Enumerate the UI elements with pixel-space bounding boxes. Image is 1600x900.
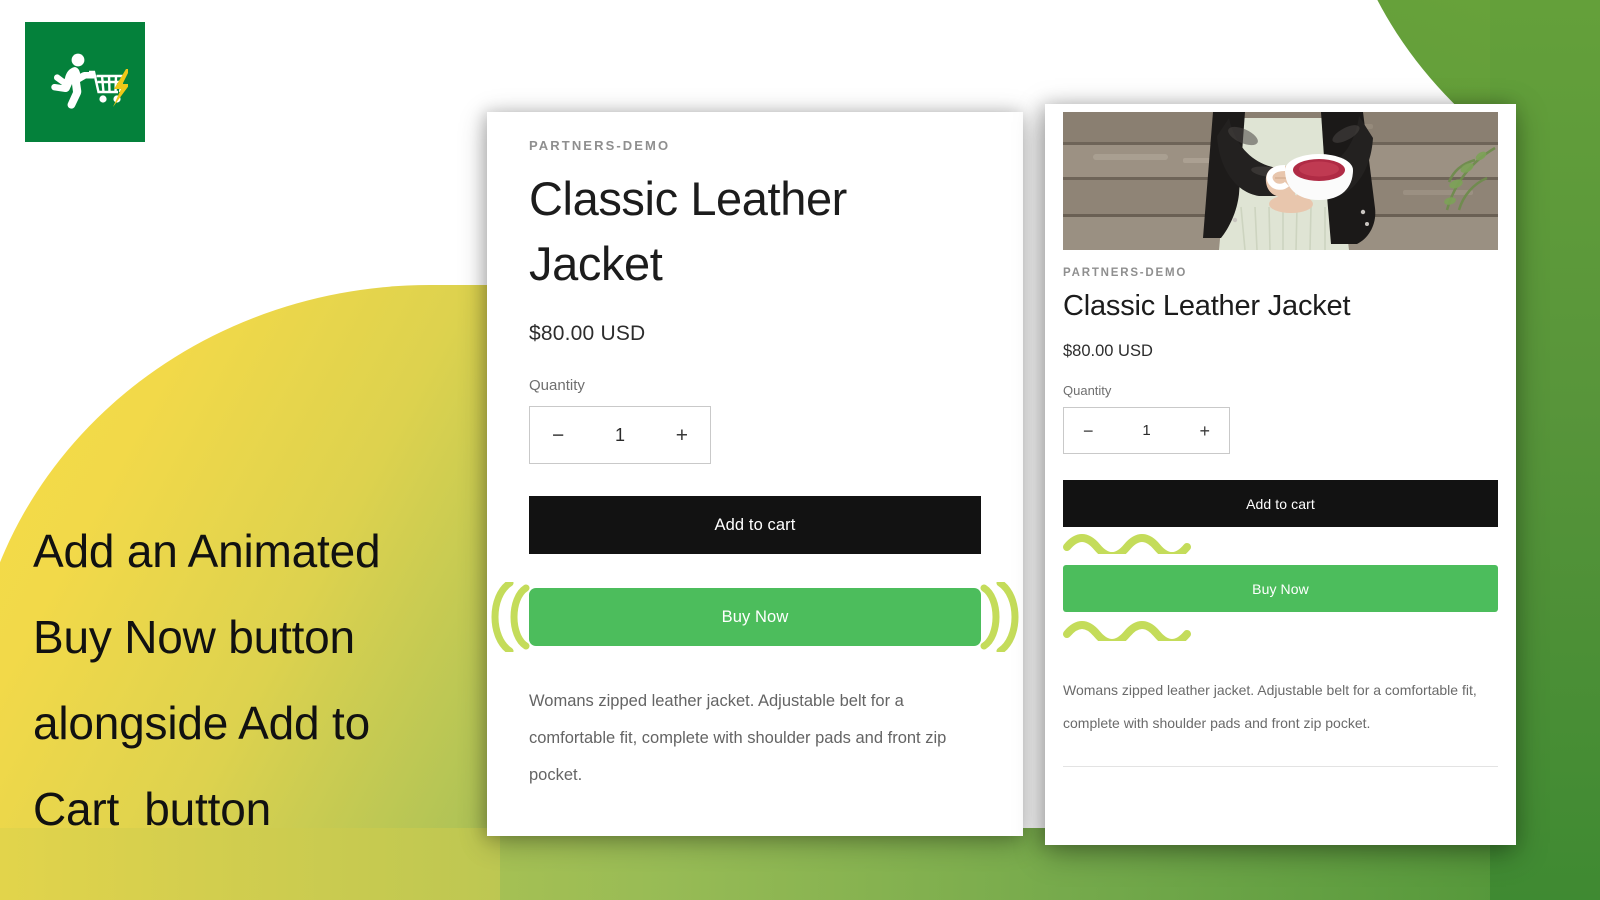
quantity-decrement-button[interactable]: − bbox=[1083, 422, 1094, 440]
running-shopper-cart-lightning-icon bbox=[42, 51, 128, 113]
radiating-arcs-left-icon bbox=[480, 579, 532, 657]
squiggle-wave-below-icon bbox=[1063, 621, 1498, 647]
quantity-decrement-button[interactable]: − bbox=[552, 425, 564, 446]
section-divider bbox=[1063, 766, 1498, 767]
product-description: Womans zipped leather jacket. Adjustable… bbox=[1063, 682, 1477, 731]
product-price: $80.00 USD bbox=[529, 322, 646, 345]
product-vendor: PARTNERS-DEMO bbox=[529, 138, 671, 153]
page-title: Add an Animated Buy Now button alongside… bbox=[33, 525, 381, 835]
squiggle-wave-above-icon bbox=[1063, 534, 1498, 560]
buy-now-button[interactable]: Buy Now bbox=[1063, 565, 1498, 612]
brand-logo bbox=[25, 22, 145, 142]
add-to-cart-button[interactable]: Add to cart bbox=[529, 496, 981, 554]
product-title: Classic Leather Jacket bbox=[1063, 290, 1351, 322]
product-vendor: PARTNERS-DEMO bbox=[1063, 267, 1188, 279]
quantity-stepper[interactable]: − 1 + bbox=[529, 406, 711, 464]
quantity-label: Quantity bbox=[529, 377, 585, 394]
quantity-value[interactable]: 1 bbox=[1142, 422, 1150, 439]
radiating-arcs-right-icon bbox=[978, 579, 1030, 657]
quantity-increment-button[interactable]: + bbox=[676, 425, 688, 446]
product-card-desktop: PARTNERS-DEMO Classic Leather Jacket $80… bbox=[487, 112, 1023, 836]
buy-now-animated-group: Buy Now bbox=[491, 579, 1019, 655]
quantity-stepper[interactable]: − 1 + bbox=[1063, 407, 1230, 454]
product-title: Classic Leather Jacket bbox=[529, 172, 847, 290]
quantity-value[interactable]: 1 bbox=[615, 425, 625, 446]
add-to-cart-button[interactable]: Add to cart bbox=[1063, 480, 1498, 527]
quantity-increment-button[interactable]: + bbox=[1199, 422, 1210, 440]
quantity-label: Quantity bbox=[1063, 383, 1112, 398]
product-description: Womans zipped leather jacket. Adjustable… bbox=[529, 692, 947, 784]
slide-canvas: Add an Animated Buy Now button alongside… bbox=[0, 0, 1600, 900]
product-image bbox=[1063, 112, 1498, 250]
product-price: $80.00 USD bbox=[1063, 342, 1153, 360]
buy-now-button[interactable]: Buy Now bbox=[529, 588, 981, 646]
product-card-mobile: PARTNERS-DEMO Classic Leather Jacket $80… bbox=[1045, 104, 1516, 845]
